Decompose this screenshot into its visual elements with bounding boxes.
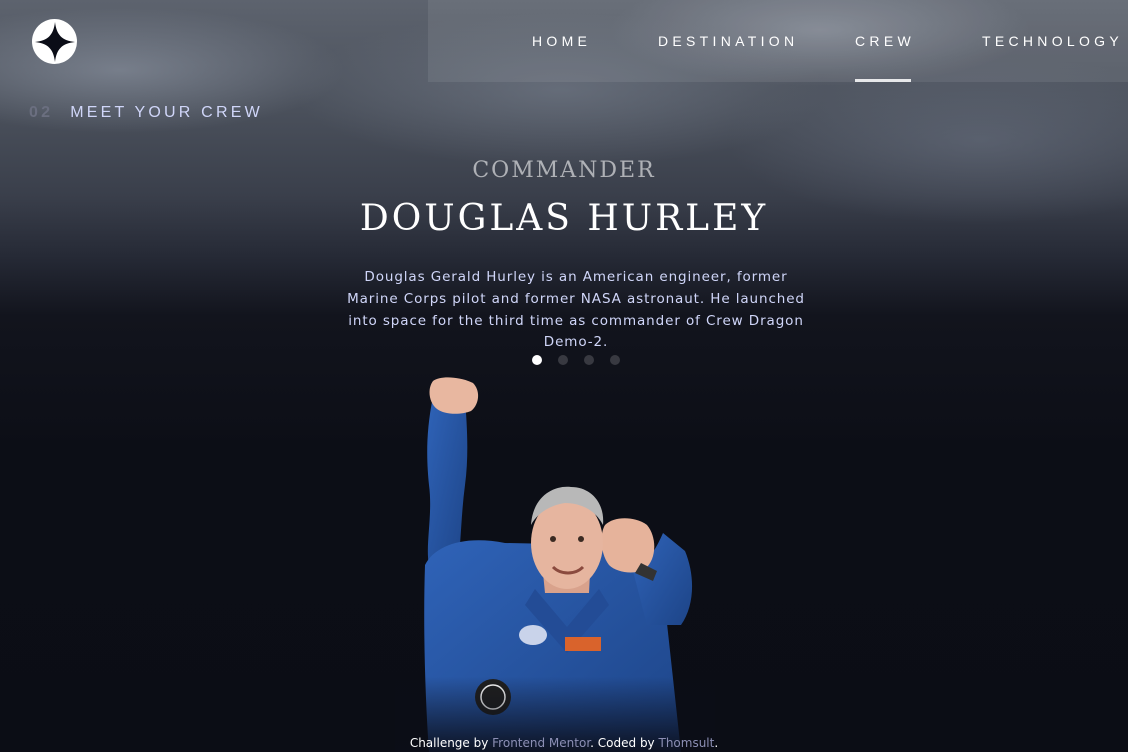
page-number: 02 [29,104,54,121]
nav-home[interactable]: HOME [532,0,591,82]
slide-dot-3[interactable] [584,355,594,365]
star-logo-icon [34,21,75,62]
page-heading: 02 MEET YOUR CREW [29,104,263,122]
logo[interactable] [32,19,77,64]
crew-slider-dots [532,355,620,365]
author-link[interactable]: Thomsult [658,736,714,750]
page-title: MEET YOUR CREW [70,104,263,121]
slide-dot-1[interactable] [532,355,542,365]
crew-name: DOUGLAS HURLEY [359,198,769,239]
crew-page: HOME DESTINATION CREW TECHNOLOGY 02 MEET… [0,0,1128,752]
main-nav: HOME DESTINATION CREW TECHNOLOGY [428,0,1128,82]
footer-prefix: Challenge by [409,736,493,750]
crew-bio: Douglas Gerald Hurley is an American eng… [347,269,805,351]
footer-suffix: . [714,736,719,750]
nav-destination[interactable]: DESTINATION [658,0,798,82]
slide-dot-4[interactable] [610,355,620,365]
footer: Challenge by Frontend Mentor. Coded by T… [0,736,1128,750]
crew-role: COMMANDER [472,158,656,183]
slide-dot-2[interactable] [558,355,568,365]
frontend-mentor-link[interactable]: Frontend Mentor [492,736,590,750]
footer-middle: . Coded by [590,736,659,750]
nav-technology[interactable]: TECHNOLOGY [982,0,1123,82]
crew-portrait [395,375,715,752]
nav-crew[interactable]: CREW [855,0,915,82]
